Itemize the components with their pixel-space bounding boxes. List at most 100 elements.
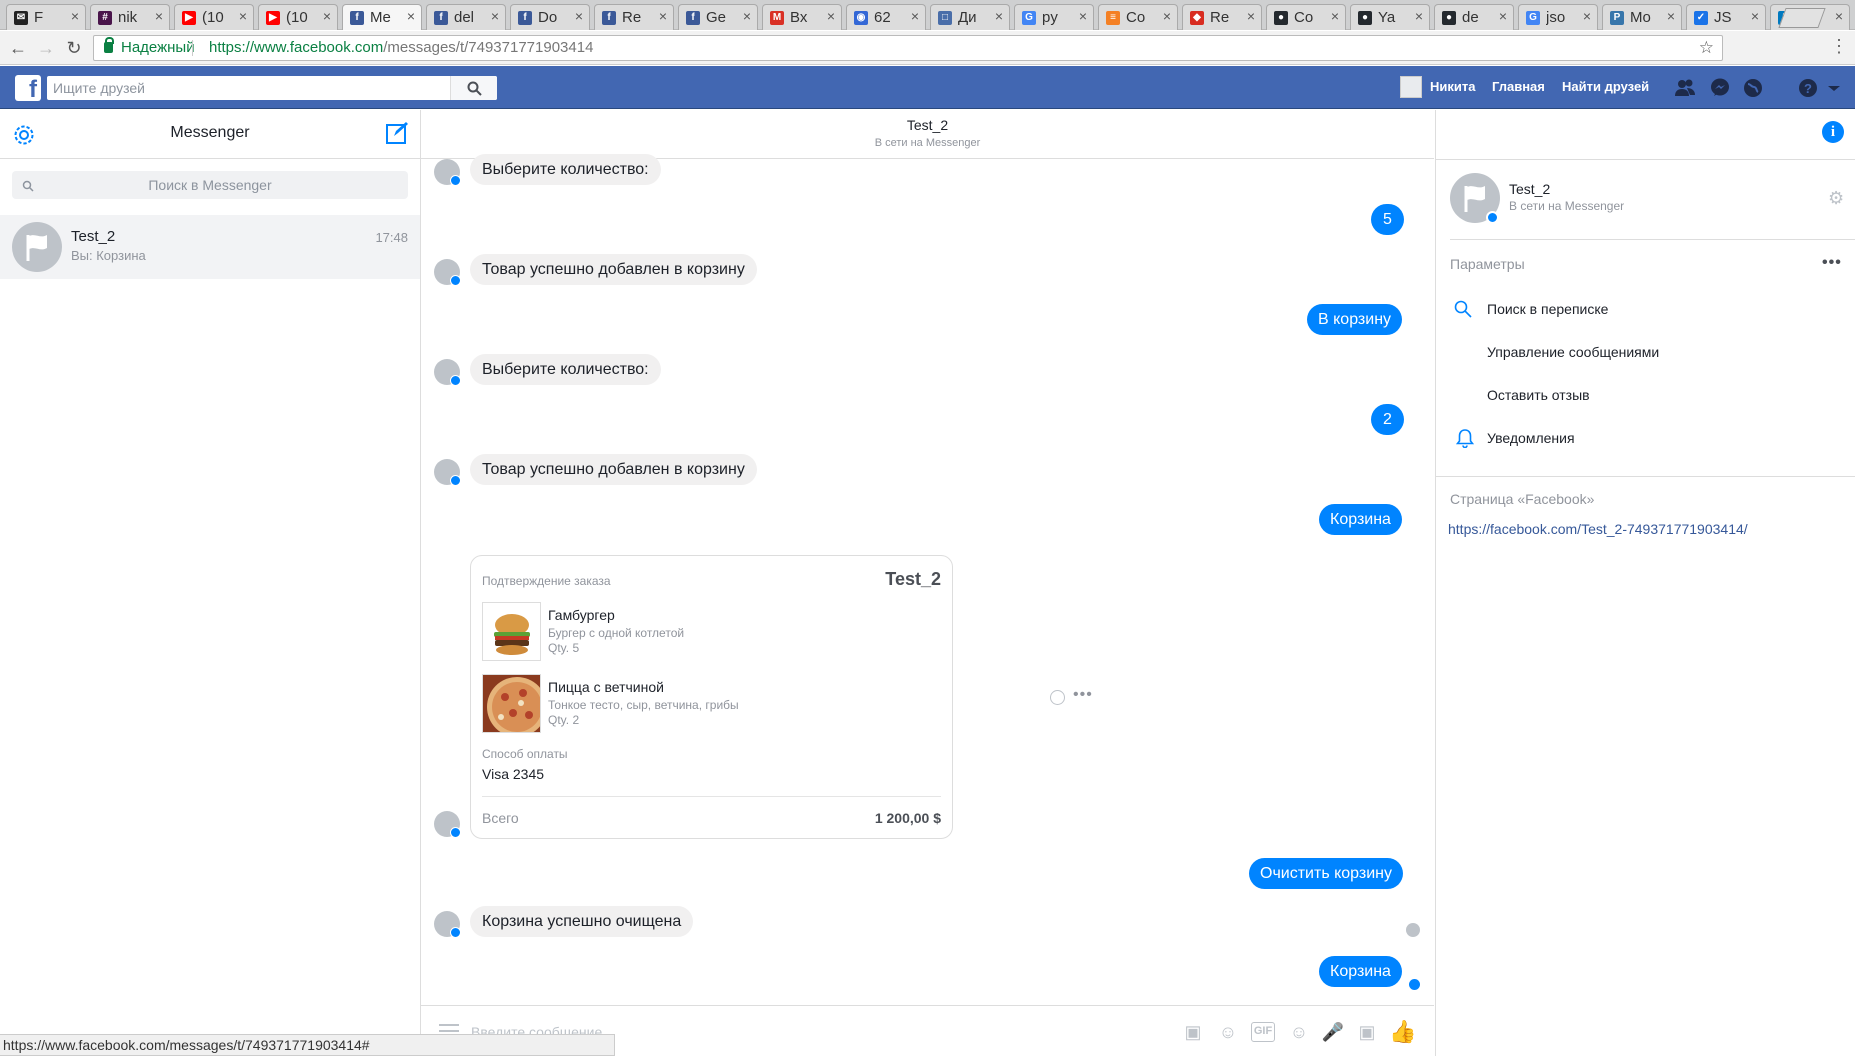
browser-tab[interactable]: f Re ×	[594, 4, 674, 30]
emoji-icon[interactable]: ☺	[1287, 1020, 1311, 1044]
info-icon[interactable]: i	[1822, 121, 1844, 143]
chat-title[interactable]: Test_2	[421, 117, 1434, 133]
browser-tab[interactable]: ● Co ×	[1266, 4, 1346, 30]
option-search-conversation[interactable]: Поиск в переписке	[1487, 301, 1608, 317]
browser-tab[interactable]: ● Ya ×	[1350, 4, 1430, 30]
sticker-icon[interactable]: ☺	[1216, 1020, 1240, 1044]
site-icon: ◉	[854, 11, 868, 25]
profile-link[interactable]: Никита	[1430, 79, 1475, 94]
option-notifications[interactable]: Уведомления	[1487, 430, 1575, 446]
close-tab-icon[interactable]: ×	[659, 8, 667, 24]
order-receipt-card[interactable]: Подтверждение заказа Test_2 Гамбургер Бу…	[470, 555, 953, 839]
browser-tab[interactable]: f Ge ×	[678, 4, 758, 30]
browser-tab-title: Me	[370, 9, 391, 26]
close-tab-icon[interactable]: ×	[743, 8, 751, 24]
browser-tab[interactable]: □ Ди ×	[930, 4, 1010, 30]
browser-tab[interactable]: ▶ (10 ×	[174, 4, 254, 30]
facebook-icon: f	[434, 11, 448, 25]
receipt-item-desc: Бургер с одной котлетой	[548, 626, 685, 640]
close-tab-icon[interactable]: ×	[575, 8, 583, 24]
close-tab-icon[interactable]: ×	[1163, 8, 1171, 24]
messenger-title: Messenger	[170, 124, 250, 141]
gear-icon[interactable]: ⚙	[1828, 188, 1844, 209]
home-link[interactable]: Главная	[1492, 79, 1545, 94]
browser-tab-title: JS	[1714, 9, 1732, 26]
browser-tab[interactable]: ◉ 62 ×	[846, 4, 926, 30]
browser-tab[interactable]: ✉ F ×	[6, 4, 86, 30]
microphone-icon[interactable]: 🎤	[1321, 1020, 1345, 1044]
more-options-icon[interactable]: •••	[1073, 686, 1093, 704]
browser-tab-title: de	[1462, 9, 1479, 26]
browser-tab[interactable]: # nik ×	[90, 4, 170, 30]
browser-tab[interactable]: Gjso ×	[1518, 4, 1598, 30]
help-icon[interactable]: ?	[1797, 77, 1819, 99]
gif-icon[interactable]: GIF	[1251, 1022, 1275, 1042]
close-tab-icon[interactable]: ×	[1415, 8, 1423, 24]
close-tab-icon[interactable]: ×	[827, 8, 835, 24]
browser-tab[interactable]: ✓ JS ×	[1686, 4, 1766, 30]
option-manage-messages[interactable]: Управление сообщениями	[1487, 344, 1659, 360]
messenger-search-input[interactable]	[12, 171, 408, 199]
messenger-icon[interactable]	[1709, 77, 1731, 99]
chevron-down-icon[interactable]	[1823, 77, 1845, 99]
facebook-logo-icon[interactable]: f	[15, 75, 41, 101]
browser-tab[interactable]: ◆ Re ×	[1182, 4, 1262, 30]
like-icon[interactable]: 👍	[1389, 1020, 1416, 1044]
close-tab-icon[interactable]: ×	[995, 8, 1003, 24]
more-options-icon[interactable]: •••	[1822, 254, 1842, 272]
browser-tab[interactable]: ≡ Co ×	[1098, 4, 1178, 30]
receipt-brand: Test_2	[885, 569, 941, 589]
browser-tab-title: Ди	[958, 9, 977, 26]
image-icon[interactable]: ▣	[1181, 1020, 1205, 1044]
close-tab-icon[interactable]: ×	[71, 8, 79, 24]
find-friends-link[interactable]: Найти друзей	[1562, 79, 1649, 94]
browser-tab[interactable]: f del ×	[426, 4, 506, 30]
browser-tab[interactable]: P Mo ×	[1602, 4, 1682, 30]
user-avatar[interactable]	[1400, 76, 1422, 98]
address-bar[interactable]: Надежный https://www.facebook.com/messag…	[93, 35, 1723, 61]
close-tab-icon[interactable]: ×	[323, 8, 331, 24]
back-icon[interactable]: ←	[6, 36, 30, 60]
bookmark-star-icon[interactable]: ☆	[1699, 36, 1714, 60]
browser-tab[interactable]: M Вх ×	[762, 4, 842, 30]
receipt-item-desc: Тонкое тесто, сыр, ветчина, грибы	[548, 698, 739, 712]
option-give-feedback[interactable]: Оставить отзыв	[1487, 387, 1590, 403]
browser-tab[interactable]: f Me ×	[342, 4, 422, 30]
friend-search-input[interactable]	[47, 76, 497, 100]
close-tab-icon[interactable]: ×	[911, 8, 919, 24]
bot-message: Товар успешно добавлен в корзину	[470, 254, 757, 285]
close-tab-icon[interactable]: ×	[1751, 8, 1759, 24]
browser-tab[interactable]: Gpy ×	[1014, 4, 1094, 30]
close-tab-icon[interactable]: ×	[1835, 8, 1843, 24]
close-tab-icon[interactable]: ×	[1079, 8, 1087, 24]
reload-icon[interactable]: ↻	[62, 36, 86, 60]
stackoverflow-icon: ≡	[1106, 11, 1120, 25]
close-tab-icon[interactable]: ×	[1247, 8, 1255, 24]
search-button[interactable]	[450, 76, 497, 100]
close-tab-icon[interactable]: ×	[239, 8, 247, 24]
youtube-icon: ▶	[182, 11, 196, 25]
browser-menu-icon[interactable]: ⋮	[1830, 36, 1848, 57]
close-tab-icon[interactable]: ×	[1331, 8, 1339, 24]
close-tab-icon[interactable]: ×	[1667, 8, 1675, 24]
browser-tab[interactable]: f Do ×	[510, 4, 590, 30]
conversation-item[interactable]: Test_2 Вы: Корзина 17:48	[0, 215, 420, 279]
close-tab-icon[interactable]: ×	[1499, 8, 1507, 24]
page-link[interactable]: https://facebook.com/Test_2-749371771903…	[1448, 521, 1748, 537]
close-tab-icon[interactable]: ×	[155, 8, 163, 24]
browser-tab-title: (10	[202, 9, 224, 26]
new-message-icon[interactable]	[385, 121, 409, 145]
close-tab-icon[interactable]: ×	[407, 8, 415, 24]
notifications-globe-icon[interactable]	[1742, 77, 1764, 99]
close-tab-icon[interactable]: ×	[491, 8, 499, 24]
forward-icon[interactable]: →	[34, 36, 58, 60]
new-tab-button[interactable]	[1778, 8, 1826, 28]
react-emoji-icon[interactable]	[1050, 690, 1065, 705]
friend-requests-icon[interactable]	[1674, 77, 1696, 99]
browser-tab[interactable]: ● de ×	[1434, 4, 1514, 30]
close-tab-icon[interactable]: ×	[1583, 8, 1591, 24]
bot-message: Выберите количество:	[470, 154, 661, 185]
browser-tab[interactable]: ▶ (10 ×	[258, 4, 338, 30]
receipt-item-qty: Qty. 5	[548, 641, 580, 655]
camera-icon[interactable]: ▣	[1355, 1020, 1379, 1044]
